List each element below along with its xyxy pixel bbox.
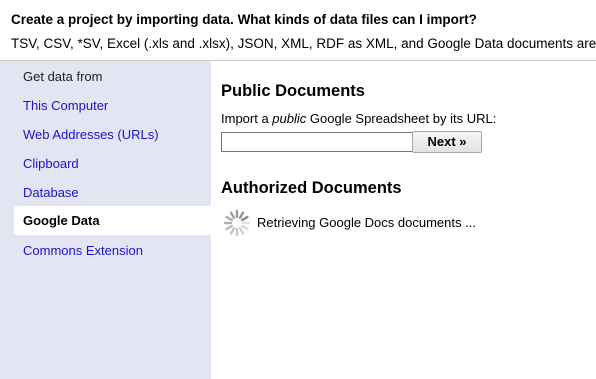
header-title: Create a project by importing data. What…	[11, 12, 477, 27]
loading-spinner-icon	[223, 209, 251, 237]
sidebar-item-database[interactable]: Database	[23, 185, 79, 200]
sidebar-item-clipboard[interactable]: Clipboard	[23, 156, 79, 171]
sidebar-item-web-addresses[interactable]: Web Addresses (URLs)	[23, 127, 159, 142]
sidebar-item-commons-extension[interactable]: Commons Extension	[23, 243, 143, 258]
public-documents-heading: Public Documents	[221, 82, 365, 100]
url-instruction-post: Google Spreadsheet by its URL:	[306, 111, 497, 126]
file-types-help-link[interactable]: What kinds of data files can I import?	[238, 12, 477, 27]
authorized-documents-heading: Authorized Documents	[221, 179, 402, 197]
next-button[interactable]: Next »	[412, 131, 482, 153]
url-instruction-em: public	[272, 111, 307, 126]
sidebar-label: Get data from	[23, 69, 103, 84]
header: Create a project by importing data. What…	[0, 0, 596, 61]
sidebar-item-google-data-label: Google Data	[23, 213, 100, 228]
loading-status: Retrieving Google Docs documents ...	[257, 215, 476, 230]
header-title-lead: Create a project by importing data.	[11, 12, 234, 27]
main-panel: Public Documents Import a public Google …	[221, 61, 596, 379]
sidebar-item-this-computer[interactable]: This Computer	[23, 98, 108, 113]
url-instruction: Import a public Google Spreadsheet by it…	[221, 111, 496, 126]
sidebar: Get data from This Computer Web Addresse…	[0, 61, 211, 379]
sidebar-item-google-data[interactable]: Google Data	[14, 206, 211, 235]
spreadsheet-url-input[interactable]	[221, 132, 412, 152]
url-instruction-pre: Import a	[221, 111, 273, 126]
header-subtitle: TSV, CSV, *SV, Excel (.xls and .xlsx), J…	[11, 36, 596, 51]
